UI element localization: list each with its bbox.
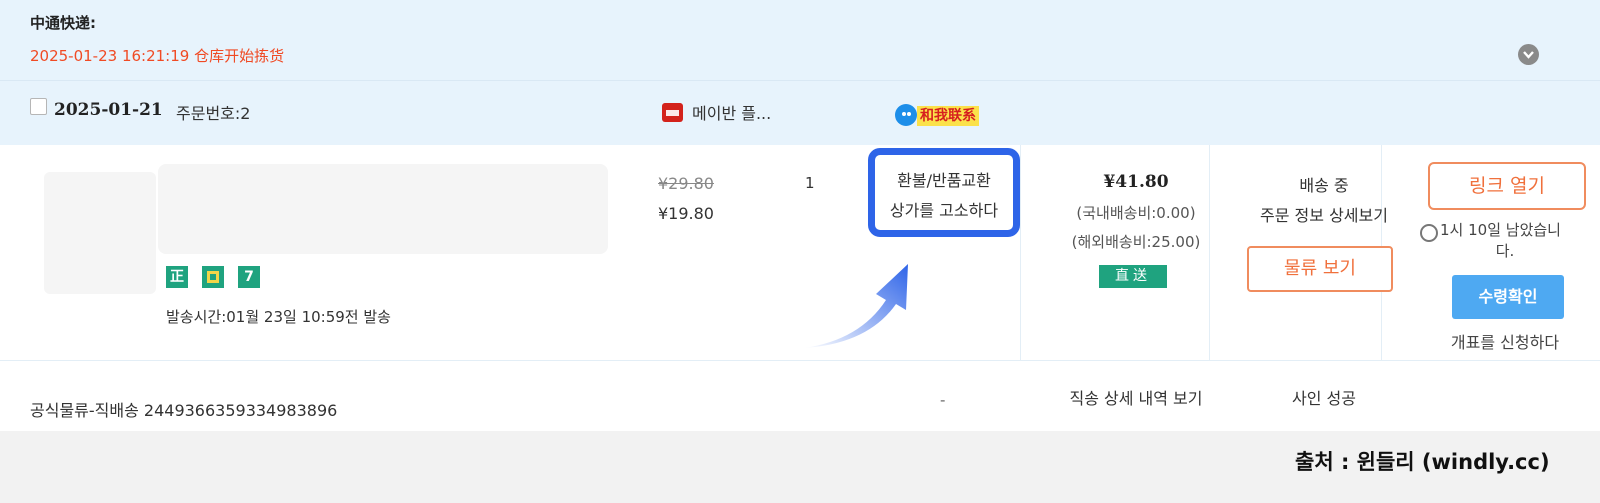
shipping-status: 배송 중 bbox=[1299, 176, 1349, 195]
source-credit: 출처 : 윈들리 (windly.cc) bbox=[1295, 450, 1550, 474]
product-title-link[interactable] bbox=[158, 164, 608, 254]
order-total: ¥41.80 bbox=[1103, 172, 1169, 192]
sign-status: 사인 성공 bbox=[1292, 389, 1356, 408]
ship-time: 발송시간:01월 23일 10:59전 발송 bbox=[166, 308, 391, 326]
view-logistics-button[interactable]: 물류 보기 bbox=[1247, 246, 1393, 292]
chevron-down-icon[interactable] bbox=[1518, 44, 1539, 65]
contact-label: 和我联系 bbox=[917, 106, 979, 126]
authentic-badge: 正 bbox=[166, 266, 188, 288]
arrow-icon bbox=[804, 264, 908, 348]
empty-cell: - bbox=[940, 391, 946, 409]
seven-day-return-badge: 7 bbox=[238, 266, 260, 288]
order-date: 2025-01-21 bbox=[54, 100, 163, 120]
current-price: ¥19.80 bbox=[658, 204, 714, 223]
chat-icon bbox=[895, 104, 917, 126]
remaining-time-cont: 다. bbox=[1495, 242, 1515, 260]
tracking-status: 2025-01-23 16:21:19 仓库开始拣货 bbox=[30, 47, 285, 65]
shield-icon bbox=[202, 266, 224, 288]
overseas-fee: (해외배송비:25.00) bbox=[1071, 233, 1201, 251]
direct-detail-link[interactable]: 직송 상세 내역 보기 bbox=[1040, 385, 1232, 409]
product-thumbnail[interactable] bbox=[44, 172, 156, 294]
refund-link[interactable]: 환불/반품교환 bbox=[875, 166, 1013, 195]
tmall-icon bbox=[662, 102, 683, 122]
order-checkbox[interactable] bbox=[30, 98, 47, 115]
order-detail-link[interactable]: 주문 정보 상세보기 bbox=[1235, 202, 1413, 226]
direct-ship-badge: 直送 bbox=[1099, 265, 1167, 288]
order-number: 주문번호:2 bbox=[176, 104, 251, 123]
quantity: 1 bbox=[805, 174, 815, 192]
carrier-label: 中通快递: bbox=[30, 14, 96, 32]
shop-name-link[interactable]: 메이반 플... bbox=[692, 100, 771, 124]
domestic-fee: (국내배송비:0.00) bbox=[1076, 204, 1196, 222]
original-price: ¥29.80 bbox=[658, 174, 714, 193]
request-invoice-link[interactable]: 개표를 신청하다 bbox=[1410, 329, 1600, 353]
tracking-panel bbox=[0, 0, 1600, 81]
complaint-link[interactable]: 상가를 고소하다 bbox=[875, 196, 1013, 225]
open-link-button[interactable]: 링크 열기 bbox=[1428, 162, 1586, 210]
logistics-info: 공식물류-직배송 2449366359334983896 bbox=[30, 401, 338, 420]
refund-highlight-box[interactable]: 환불/반품교환 상가를 고소하다 bbox=[868, 148, 1020, 237]
remaining-time: 1시 10일 남았습니 bbox=[1440, 221, 1561, 239]
confirm-receipt-button[interactable]: 수령확인 bbox=[1452, 275, 1564, 319]
